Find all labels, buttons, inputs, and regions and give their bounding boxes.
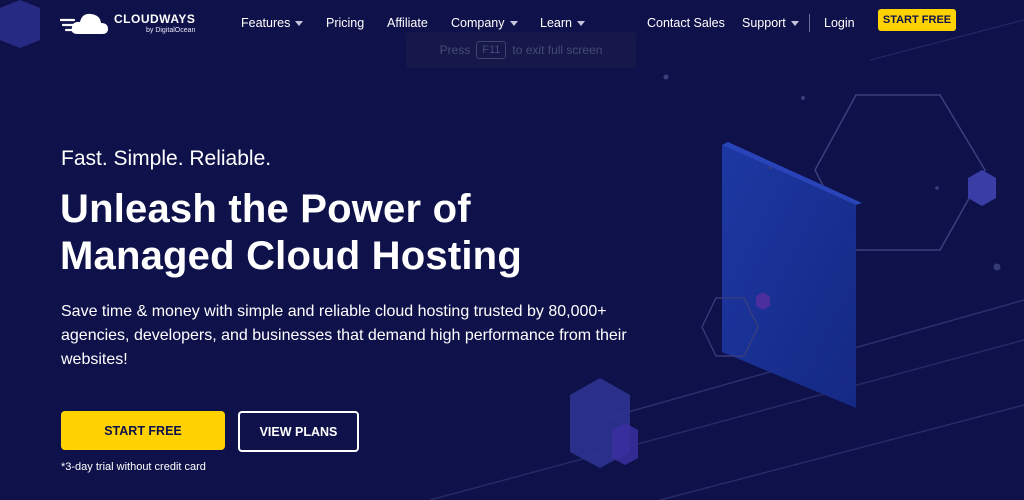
hexagon-outline	[701, 297, 759, 357]
hero-description: Save time & money with simple and reliab…	[61, 303, 627, 368]
nav-item-label: Affiliate	[387, 16, 428, 30]
hero-tagline: Fast. Simple. Reliable.	[61, 147, 272, 170]
nav-item-pricing[interactable]: Pricing	[326, 16, 364, 30]
nav-item-learn[interactable]: Learn	[540, 16, 585, 30]
nav-item-company[interactable]: Company	[451, 16, 518, 30]
nav-item-label: Features	[241, 16, 291, 30]
nav-divider	[809, 14, 810, 32]
nav-item-label: Company	[451, 16, 505, 30]
diagonal-line	[599, 299, 1024, 421]
nav-item-affiliate[interactable]: Affiliate	[387, 16, 428, 30]
nav-item-support[interactable]: Support	[742, 16, 799, 30]
nav-item-label: Learn	[540, 16, 572, 30]
nav-item-label: Contact Sales	[647, 16, 725, 30]
hexagon-outline	[814, 94, 986, 251]
blue-panel-edge	[722, 142, 862, 205]
hexagon-shape	[756, 292, 770, 310]
hero-headline: Unleash the Power of Managed Cloud Hosti…	[60, 186, 620, 280]
brand-name: CLOUDWAYS	[114, 11, 196, 26]
dot	[801, 96, 805, 100]
trial-note: *3-day trial without credit card	[61, 461, 206, 473]
blue-panel-shape	[722, 145, 856, 408]
dot	[663, 74, 669, 80]
diagonal-line	[659, 404, 1024, 500]
fullscreen-hint-text: Press	[439, 43, 471, 57]
cloud-logo-icon	[60, 13, 108, 34]
brand-sub: by DigitalOcean	[145, 26, 196, 34]
nav-login[interactable]: Login	[824, 16, 855, 30]
nav-item-label: Pricing	[326, 16, 365, 30]
caret-down-icon	[576, 20, 585, 26]
nav-item-label: Support	[742, 16, 786, 30]
hexagon-shape	[968, 170, 996, 206]
headline-line: Managed Cloud Hosting	[60, 234, 522, 278]
dot	[768, 166, 772, 170]
nav-item-label: Login	[824, 16, 855, 30]
view-plans-button[interactable]: VIEW PLANS	[238, 411, 359, 452]
nav-item-features[interactable]: Features	[241, 16, 304, 30]
dot	[935, 186, 939, 190]
hexagon-shape	[570, 378, 630, 468]
start-free-button[interactable]: START FREE	[61, 411, 225, 450]
nav-contact-sales[interactable]: Contact Sales	[647, 16, 725, 30]
hexagon-shape	[612, 423, 638, 465]
caret-down-icon	[790, 20, 799, 26]
cloudways-logo[interactable]: CLOUDWAYS by DigitalOcean	[60, 10, 195, 36]
nav-start-free-button[interactable]: START FREE	[878, 9, 956, 31]
fullscreen-hint-text: to exit full screen	[512, 43, 603, 57]
headline-line: Unleash the Power of	[60, 187, 471, 231]
fullscreen-hint-key: F11	[476, 41, 507, 59]
fullscreen-hint: Press F11 to exit full screen	[406, 32, 636, 68]
caret-down-icon	[295, 20, 304, 26]
dot	[993, 263, 1001, 271]
caret-down-icon	[509, 20, 518, 26]
